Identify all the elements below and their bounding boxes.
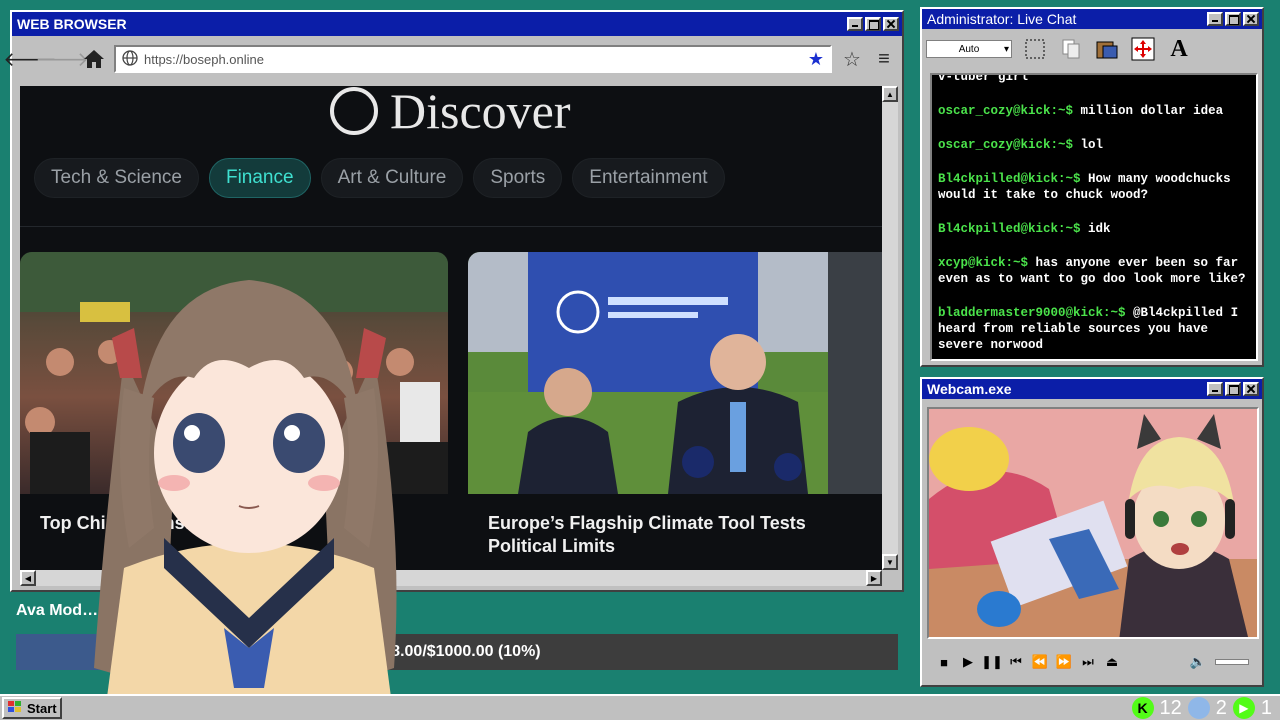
maximize-button[interactable] bbox=[865, 17, 881, 31]
tray-count: 2 bbox=[1215, 696, 1227, 719]
chat-text: idk bbox=[1088, 222, 1111, 236]
moon-icon[interactable] bbox=[1187, 697, 1210, 719]
chat-user: Bl4ckpilled@kick:~$ bbox=[938, 222, 1081, 236]
tab-entertainment[interactable]: Entertainment bbox=[572, 158, 725, 198]
scroll-up-arrow-icon[interactable]: ▲ bbox=[882, 86, 898, 102]
browser-titlebar[interactable]: WEB BROWSER bbox=[12, 12, 902, 36]
chat-message: xcyp@kick:~$ has anyone ever been so far… bbox=[938, 255, 1250, 287]
chat-titlebar[interactable]: Administrator: Live Chat bbox=[922, 9, 1262, 29]
chat-message: oscar_cozy@kick:~$ lol bbox=[938, 137, 1250, 153]
chat-messages[interactable]: v-tuber girl oscar_cozy@kick:~$ million … bbox=[930, 73, 1258, 361]
news-card[interactable]: Europe’s Flagship Climate Tool Tests Pol… bbox=[468, 252, 882, 570]
chat-title: Administrator: Live Chat bbox=[927, 11, 1077, 27]
system-tray: K 12 2 ▶ 1 bbox=[1131, 696, 1272, 720]
divider bbox=[20, 226, 882, 227]
taskbar: Start K 12 2 ▶ 1 bbox=[0, 694, 1280, 720]
bookmark-star-icon[interactable]: ★ bbox=[808, 49, 824, 70]
skip-back-icon[interactable]: ⏮ bbox=[1009, 654, 1023, 669]
tab-art-culture[interactable]: Art & Culture bbox=[320, 158, 464, 198]
copy-icon[interactable] bbox=[1058, 36, 1084, 62]
discover-header: Discover bbox=[330, 86, 571, 140]
globe-icon bbox=[122, 49, 138, 69]
close-button[interactable] bbox=[1243, 12, 1259, 26]
chat-message: oscar_cozy@kick:~$ million dollar idea bbox=[938, 103, 1250, 119]
media-controls: ■ ▶ ❚❚ ⏮ ⏪ ⏩ ⏭ ⏏ 🔈 bbox=[927, 643, 1259, 681]
stop-icon[interactable]: ■ bbox=[937, 655, 951, 670]
chat-message: bladdermaster9000@kick:~$ @Bl4ckpilled I… bbox=[938, 305, 1250, 353]
tab-finance[interactable]: Finance bbox=[208, 158, 311, 198]
home-icon[interactable] bbox=[82, 47, 106, 71]
play-icon[interactable]: ▶ bbox=[961, 654, 975, 669]
chat-text: v-tuber girl bbox=[938, 73, 1029, 84]
maximize-button[interactable] bbox=[1225, 382, 1241, 396]
tab-sports[interactable]: Sports bbox=[473, 158, 563, 198]
maximize-button[interactable] bbox=[1225, 12, 1241, 26]
news-card-image bbox=[468, 252, 882, 494]
discover-title: Discover bbox=[390, 86, 571, 139]
menu-icon[interactable]: ≡ bbox=[872, 47, 896, 71]
select-icon[interactable] bbox=[1022, 36, 1048, 62]
browser-title: WEB BROWSER bbox=[17, 16, 127, 32]
volume-icon[interactable]: 🔈 bbox=[1190, 654, 1206, 669]
tab-tech-science[interactable]: Tech & Science bbox=[34, 158, 199, 198]
close-button[interactable] bbox=[883, 17, 899, 31]
chat-window: Administrator: Live Chat Auto A v-tuber … bbox=[920, 7, 1264, 367]
news-card-headline[interactable]: Europe’s Flagship Climate Tool Tests Pol… bbox=[488, 512, 868, 558]
windows-logo-icon bbox=[7, 700, 23, 717]
webcam-title: Webcam.exe bbox=[927, 381, 1012, 397]
kick-icon[interactable]: K bbox=[1131, 697, 1154, 719]
chat-text: million dollar idea bbox=[1080, 104, 1224, 118]
tray-count: 12 bbox=[1159, 696, 1182, 719]
rewind-icon[interactable]: ⏪ bbox=[1032, 654, 1048, 669]
start-label: Start bbox=[27, 700, 57, 716]
skip-forward-icon[interactable]: ⏭ bbox=[1081, 654, 1095, 669]
chat-user: Bl4ckpilled@kick:~$ bbox=[938, 172, 1081, 186]
scroll-down-arrow-icon[interactable]: ▼ bbox=[882, 554, 898, 570]
scroll-right-arrow-icon[interactable]: ▶ bbox=[866, 570, 882, 586]
category-tabs: Tech & Science Finance Art & Culture Spo… bbox=[34, 158, 725, 198]
minimize-button[interactable] bbox=[1207, 382, 1223, 396]
move-icon[interactable] bbox=[1130, 36, 1156, 62]
webcam-feed bbox=[927, 407, 1259, 639]
vtuber-avatar bbox=[84, 268, 414, 720]
chat-user: xcyp@kick:~$ bbox=[938, 256, 1029, 270]
webcam-window: Webcam.exe ■ ▶ ❚❚ ⏮ ⏪ ⏩ ⏭ ⏏ 🔈 bbox=[920, 377, 1264, 687]
eject-icon[interactable]: ⏏ bbox=[1105, 654, 1119, 669]
discover-logo-icon bbox=[330, 87, 378, 135]
close-button[interactable] bbox=[1243, 382, 1259, 396]
play-icon[interactable]: ▶ bbox=[1232, 697, 1255, 719]
tray-count: 1 bbox=[1260, 696, 1272, 719]
chat-message: v-tuber girl bbox=[938, 73, 1250, 85]
chat-text: lol bbox=[1080, 138, 1104, 152]
chat-message: Bl4ckpilled@kick:~$ How many woodchucks … bbox=[938, 171, 1250, 203]
url-text: https://boseph.online bbox=[144, 51, 264, 67]
forward-arrow-icon[interactable]: 🡒 bbox=[35, 47, 89, 71]
volume-slider[interactable] bbox=[1215, 659, 1249, 665]
address-bar[interactable]: https://boseph.online ★ bbox=[114, 45, 832, 73]
fast-forward-icon[interactable]: ⏩ bbox=[1056, 654, 1072, 669]
vertical-scrollbar[interactable]: ▲ ▼ bbox=[882, 86, 898, 570]
chat-user: oscar_cozy@kick:~$ bbox=[938, 138, 1074, 152]
favorites-star-icon[interactable]: ☆ bbox=[840, 47, 864, 71]
font-icon[interactable]: A bbox=[1166, 36, 1192, 62]
webcam-titlebar[interactable]: Webcam.exe bbox=[922, 379, 1262, 399]
paste-icon[interactable] bbox=[1094, 36, 1120, 62]
chat-toolbar: Auto A bbox=[922, 29, 1262, 69]
zoom-select[interactable]: Auto bbox=[926, 40, 1012, 58]
pause-icon[interactable]: ❚❚ bbox=[981, 654, 1003, 669]
chat-user: oscar_cozy@kick:~$ bbox=[938, 104, 1074, 118]
minimize-button[interactable] bbox=[847, 17, 863, 31]
chat-message: Bl4ckpilled@kick:~$ idk bbox=[938, 221, 1250, 237]
browser-navbar: 🡐 🡒 https://boseph.online ★ ☆ ≡ bbox=[3, 36, 902, 82]
chat-user: bladdermaster9000@kick:~$ bbox=[938, 306, 1126, 320]
start-button[interactable]: Start bbox=[2, 697, 62, 719]
scroll-left-arrow-icon[interactable]: ◀ bbox=[20, 570, 36, 586]
minimize-button[interactable] bbox=[1207, 12, 1223, 26]
